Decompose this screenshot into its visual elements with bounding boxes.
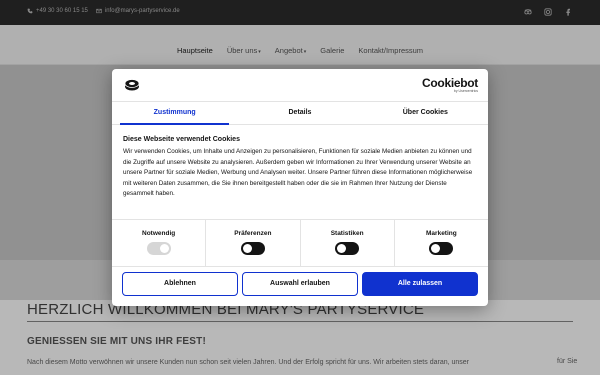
dialog-actions: Ablehnen Auswahl erlauben Alle zulassen [122,272,478,296]
allow-selection-button[interactable]: Auswahl erlauben [242,272,358,296]
toggle-label: Marketing [426,230,457,237]
deny-button[interactable]: Ablehnen [122,272,238,296]
dialog-title: Diese Webseite verwendet Cookies [123,136,240,143]
tab-details[interactable]: Details [237,102,362,124]
necessary-switch [146,242,171,255]
dialog-description: Wir verwenden Cookies, um Inhalte und An… [123,148,473,197]
toggle-label: Statistiken [330,230,364,237]
tab-zustimmung[interactable]: Zustimmung [112,102,237,125]
cookie-consent-dialog: Cookiebot by Usercentrics Zustimmung Det… [112,69,488,306]
dialog-tabs: Zustimmung Details Über Cookies [112,101,488,125]
switch-knob [242,244,252,253]
brand-name: Cookiebot [422,76,478,90]
cookiebot-logo[interactable]: Cookiebot by Usercentrics [422,77,478,94]
cookie-icon [124,79,140,91]
marketing-switch[interactable] [429,242,454,255]
allow-all-button[interactable]: Alle zulassen [362,272,478,296]
switch-knob [431,244,441,253]
dialog-body: Diese Webseite verwendet Cookies Wir ver… [123,136,478,200]
switch-knob [337,244,347,253]
switch-knob [159,244,169,253]
consent-toggles: Notwendig Präferenzen Statistiken Market… [112,219,488,267]
statistics-switch[interactable] [335,242,360,255]
dialog-header: Cookiebot by Usercentrics [112,69,488,101]
toggle-statistics: Statistiken [301,220,395,266]
tab-ueber-cookies[interactable]: Über Cookies [363,102,488,124]
toggle-preferences: Präferenzen [206,220,301,266]
toggle-label: Präferenzen [234,230,272,237]
toggle-necessary: Notwendig [112,220,207,266]
preferences-switch[interactable] [240,242,265,255]
toggle-marketing: Marketing [395,220,488,266]
toggle-label: Notwendig [142,230,176,237]
